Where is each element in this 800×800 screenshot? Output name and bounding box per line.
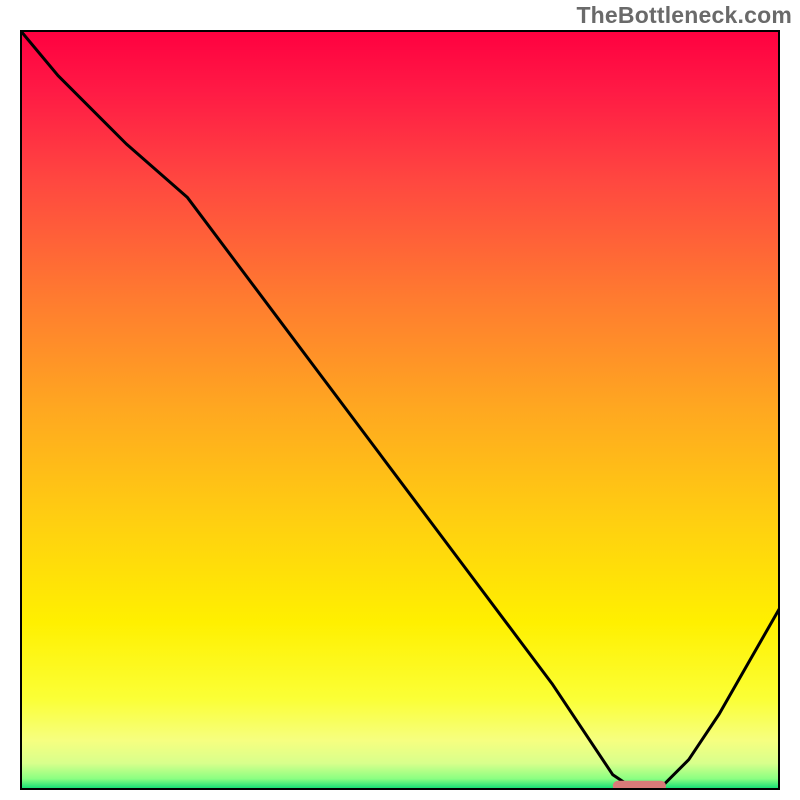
watermark-label: TheBottleneck.com bbox=[576, 2, 792, 29]
gradient-background bbox=[20, 30, 780, 790]
plot-area bbox=[20, 30, 780, 790]
chart-container: TheBottleneck.com bbox=[0, 0, 800, 800]
plot-svg bbox=[20, 30, 780, 790]
